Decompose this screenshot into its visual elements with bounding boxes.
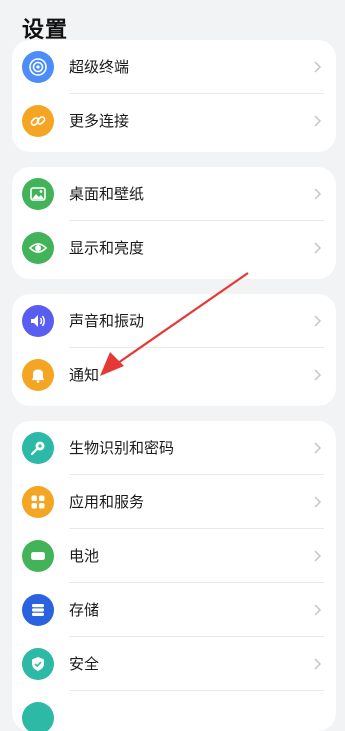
settings-item-label: 生物识别和密码 xyxy=(69,439,175,457)
settings-item-sound-vibration[interactable]: 声音和振动 xyxy=(12,294,336,348)
chevron-right-icon xyxy=(314,442,322,454)
settings-group-connections: 超级终端 更多连接 xyxy=(12,40,336,152)
chevron-right-icon xyxy=(314,369,322,381)
settings-item-label: 通知 xyxy=(69,366,100,384)
settings-item-label: 超级终端 xyxy=(69,58,130,76)
settings-item-label: 应用和服务 xyxy=(69,493,145,511)
settings-item-label: 电池 xyxy=(69,547,100,565)
chevron-right-icon xyxy=(314,242,322,254)
settings-item-label: 安全 xyxy=(69,655,100,673)
settings-item-battery[interactable]: 电池 xyxy=(12,529,336,583)
settings-item-notifications[interactable]: 通知 xyxy=(12,348,336,402)
chevron-right-icon xyxy=(314,315,322,327)
settings-item-label: 桌面和壁纸 xyxy=(69,185,145,203)
settings-item-home-wallpaper[interactable]: 桌面和壁纸 xyxy=(12,167,336,221)
key-icon xyxy=(22,432,54,464)
storage-icon xyxy=(22,594,54,626)
eye-icon xyxy=(22,232,54,264)
bell-icon xyxy=(22,359,54,391)
link-icon xyxy=(22,105,54,137)
battery-icon xyxy=(22,540,54,572)
settings-group-system: 生物识别和密码 应用和服务 电池 存储 安全 xyxy=(12,421,336,731)
chevron-right-icon xyxy=(314,604,322,616)
settings-item-display-brightness[interactable]: 显示和亮度 xyxy=(12,221,336,275)
apps-icon xyxy=(22,486,54,518)
wallpaper-icon xyxy=(22,178,54,210)
settings-item-label: 更多连接 xyxy=(69,112,130,130)
speaker-icon xyxy=(22,305,54,337)
settings-item-label: 声音和振动 xyxy=(69,312,145,330)
settings-group-sound-notifications: 声音和振动 通知 xyxy=(12,294,336,406)
settings-item-super-device[interactable]: 超级终端 xyxy=(12,40,336,94)
chevron-right-icon xyxy=(314,115,322,127)
settings-group-display: 桌面和壁纸 显示和亮度 xyxy=(12,167,336,279)
settings-item-label: 存储 xyxy=(69,601,100,619)
settings-item-biometrics-password[interactable]: 生物识别和密码 xyxy=(12,421,336,475)
chevron-right-icon xyxy=(314,188,322,200)
settings-item-more-connections[interactable]: 更多连接 xyxy=(12,94,336,148)
chevron-right-icon xyxy=(314,550,322,562)
chevron-right-icon xyxy=(314,61,322,73)
shield-icon xyxy=(22,648,54,680)
chevron-right-icon xyxy=(314,658,322,670)
settings-item-partial[interactable] xyxy=(12,691,336,731)
settings-item-label: 显示和亮度 xyxy=(69,239,145,257)
chevron-right-icon xyxy=(314,496,322,508)
settings-item-storage[interactable]: 存储 xyxy=(12,583,336,637)
super-device-icon xyxy=(22,51,54,83)
settings-item-apps-services[interactable]: 应用和服务 xyxy=(12,475,336,529)
settings-item-security[interactable]: 安全 xyxy=(12,637,336,691)
